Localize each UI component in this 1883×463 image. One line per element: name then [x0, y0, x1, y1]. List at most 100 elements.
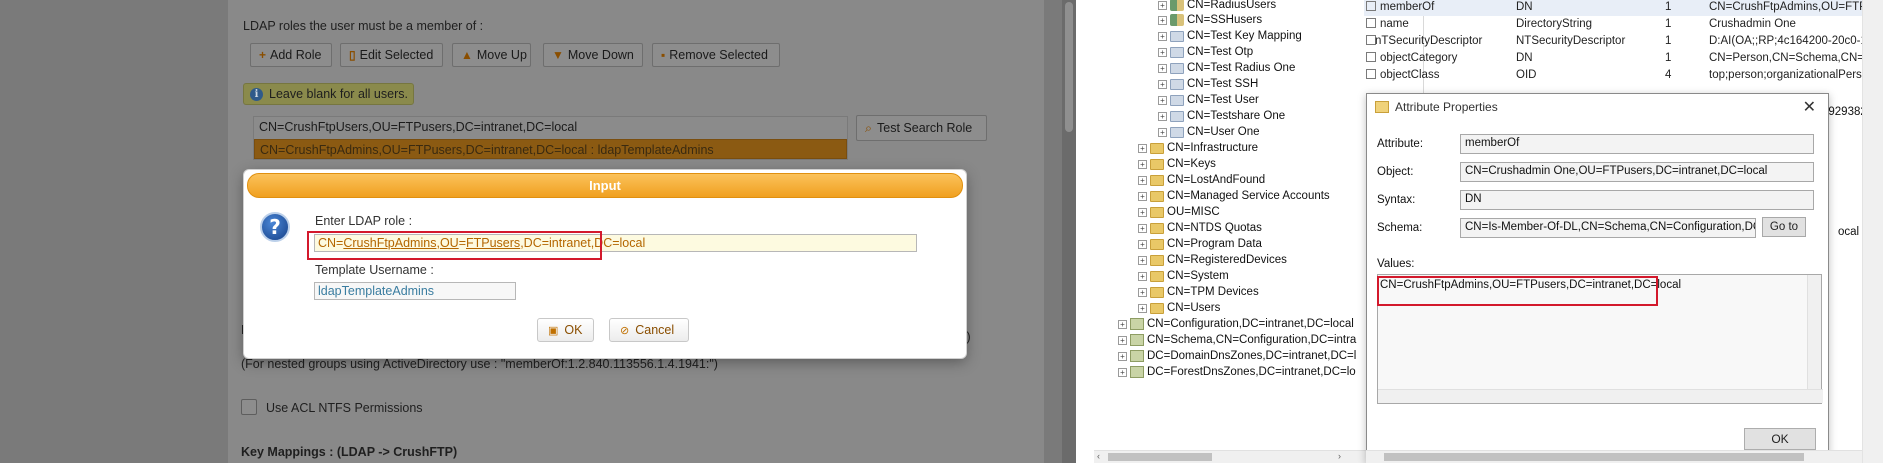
attribute-icon [1366, 1, 1376, 14]
syntax-label: Syntax: [1377, 194, 1416, 206]
tree-item[interactable]: + DC=DomainDnsZones,DC=intranet,DC=l [1118, 348, 1356, 364]
expand-icon[interactable]: + [1118, 319, 1127, 329]
expand-icon[interactable]: + [1138, 239, 1147, 249]
add-role-button[interactable]: + Add Role [250, 43, 332, 67]
tree-item[interactable]: + OU=MISC [1138, 204, 1220, 220]
tree-item[interactable]: + CN=Testshare One [1158, 108, 1285, 124]
tree-item[interactable]: + CN=Program Data [1138, 236, 1262, 252]
expand-icon[interactable]: + [1138, 207, 1147, 217]
cancel-icon: ⊘ [620, 324, 630, 337]
close-icon[interactable]: ✕ [1803, 97, 1816, 117]
cancel-button[interactable]: ⊘ Cancel [609, 318, 689, 342]
expand-icon[interactable]: + [1138, 191, 1147, 201]
ldap-roles-list[interactable]: CN=CrushFtpUsers,OU=FTPusers,DC=intranet… [253, 116, 848, 160]
values-vertical-scrollbar[interactable] [1807, 275, 1821, 390]
expand-icon[interactable]: + [1138, 255, 1147, 265]
tree-item[interactable]: + CN=Keys [1138, 156, 1216, 172]
folder-icon [1150, 302, 1164, 314]
values-label: Values: [1377, 258, 1415, 270]
scrollbar-thumb[interactable] [1108, 453, 1212, 461]
table-row[interactable]: objectCategory DN 1 CN=Person,CN=Schema,… [1364, 51, 1862, 67]
acl-ntfs-label: Use ACL NTFS Permissions [266, 401, 423, 415]
key-mappings-label: Key Mappings : (LDAP -> CrushFTP) [241, 445, 458, 459]
expand-icon[interactable]: + [1138, 303, 1147, 313]
user-icon [1170, 78, 1184, 90]
tree-item[interactable]: + CN=Managed Service Accounts [1138, 188, 1330, 204]
table-row[interactable]: nTSecurityDescriptor NTSecurityDescripto… [1364, 34, 1862, 50]
properties-icon [1375, 101, 1389, 113]
expand-icon[interactable]: + [1158, 15, 1167, 25]
attribute-horizontal-scrollbar[interactable] [1366, 450, 1862, 463]
table-row[interactable]: name DirectoryString 1 Crushadmin One [1364, 17, 1862, 33]
test-search-role-button[interactable]: ⌕ Test Search Role [856, 115, 987, 141]
dialog-titlebar: Attribute Properties [1375, 100, 1498, 114]
ok-button[interactable]: OK [1744, 428, 1816, 450]
expand-icon[interactable]: + [1158, 111, 1167, 121]
tree-item[interactable]: + CN=Configuration,DC=intranet,DC=local [1118, 316, 1354, 332]
domain-icon [1130, 350, 1144, 362]
tree-item[interactable]: + DC=ForestDnsZones,DC=intranet,DC=lo [1118, 364, 1356, 380]
move-up-button[interactable]: ▲ Move Up [452, 43, 531, 67]
move-down-button[interactable]: ▼ Move Down [543, 43, 643, 67]
table-row[interactable]: memberOf DN 1 CN=CrushFtpAdmins,OU=FTPus… [1364, 0, 1862, 16]
tree-item[interactable]: + CN=RegisteredDevices [1138, 252, 1287, 268]
attribute-vertical-scrollbar[interactable] [1862, 0, 1883, 463]
attribute-properties-dialog: Attribute Properties ✕ Attribute: member… [1366, 93, 1829, 463]
expand-icon[interactable]: + [1158, 47, 1167, 57]
expand-icon[interactable]: + [1118, 367, 1127, 377]
expand-icon[interactable]: + [1138, 159, 1147, 169]
expand-icon[interactable]: + [1158, 63, 1167, 73]
expand-icon[interactable]: + [1138, 143, 1147, 153]
expand-icon[interactable]: + [1118, 335, 1127, 345]
tree-item[interactable]: + CN=User One [1158, 124, 1260, 140]
tree-item[interactable]: + CN=Test SSH [1158, 76, 1258, 92]
attribute-field: memberOf [1460, 134, 1814, 154]
page-scrollbar[interactable] [1062, 0, 1076, 463]
goto-button[interactable]: Go to [1762, 217, 1806, 237]
expand-icon[interactable]: + [1138, 223, 1147, 233]
expand-icon[interactable]: + [1138, 287, 1147, 297]
remove-selected-button[interactable]: ▪ Remove Selected [652, 43, 780, 67]
expand-icon[interactable]: + [1158, 79, 1167, 89]
tree-item[interactable]: + CN=Test User [1158, 92, 1259, 108]
highlight-box [307, 231, 602, 260]
folder-icon [1150, 238, 1164, 250]
tree-item[interactable]: + CN=Test Radius One [1158, 60, 1295, 76]
info-icon: i [250, 87, 263, 101]
tree-item[interactable]: + CN=Test Otp [1158, 44, 1253, 60]
expand-icon[interactable]: + [1158, 127, 1167, 137]
ok-button[interactable]: ▣ OK [537, 318, 594, 342]
expand-icon[interactable]: + [1118, 351, 1127, 361]
tree-item[interactable]: + CN=NTDS Quotas [1138, 220, 1262, 236]
tree-item[interactable]: + CN=Infrastructure [1138, 140, 1258, 156]
scroll-left-icon[interactable]: ‹ [1097, 451, 1100, 461]
tree-item[interactable]: + CN=Schema,CN=Configuration,DC=intra [1118, 332, 1356, 348]
expand-icon[interactable]: + [1158, 0, 1167, 10]
object-label: Object: [1377, 166, 1414, 178]
folder-icon [1150, 254, 1164, 266]
attribute-list[interactable]: memberOf DN 1 CN=CrushFtpAdmins,OU=FTPus… [1364, 0, 1862, 90]
expand-icon[interactable]: + [1138, 175, 1147, 185]
save-icon: ▣ [548, 324, 559, 337]
expand-icon[interactable]: + [1158, 31, 1167, 41]
scroll-right-icon[interactable]: › [1338, 451, 1341, 461]
expand-icon[interactable]: + [1158, 95, 1167, 105]
tree-item[interactable]: + CN=Test Key Mapping [1158, 28, 1302, 44]
tree-item[interactable]: + CN=LostAndFound [1138, 172, 1265, 188]
expand-icon[interactable]: + [1138, 271, 1147, 281]
user-icon [1170, 62, 1184, 74]
acl-ntfs-checkbox[interactable] [241, 399, 257, 415]
table-row[interactable]: objectClass OID 4 top;person;organizatio… [1364, 68, 1862, 84]
tree-item[interactable]: + CN=TPM Devices [1138, 284, 1259, 300]
scrollbar-thumb[interactable] [1065, 2, 1073, 132]
tree-item[interactable]: + CN=Users [1138, 300, 1220, 316]
edit-selected-button[interactable]: ▯ Edit Selected [340, 43, 443, 67]
template-username-input[interactable]: ldapTemplateAdmins [314, 282, 516, 300]
tree-item[interactable]: + CN=SSHusers [1158, 12, 1262, 28]
list-item[interactable]: CN=CrushFtpUsers,OU=FTPusers,DC=intranet… [254, 117, 847, 137]
scrollbar-thumb[interactable] [1384, 453, 1804, 461]
list-item-selected[interactable]: CN=CrushFtpAdmins,OU=FTPusers,DC=intrane… [254, 139, 847, 159]
values-horizontal-scrollbar[interactable] [1378, 389, 1823, 403]
tree-item[interactable]: + CN=System [1138, 268, 1229, 284]
plus-icon: + [259, 48, 267, 62]
